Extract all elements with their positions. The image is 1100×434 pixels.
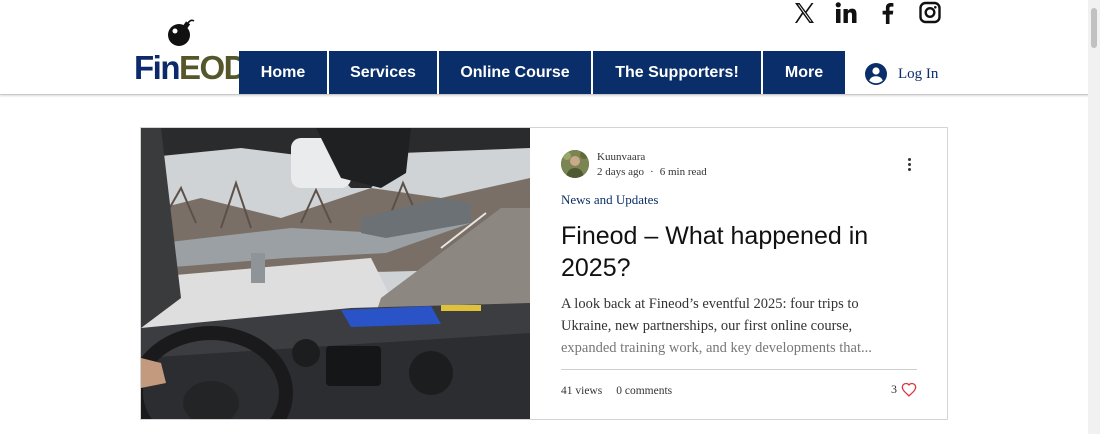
author-row: Kuunvaara 2 days ago · 6 min read — [561, 150, 917, 180]
comments-count[interactable]: 0 comments — [616, 385, 672, 397]
likes-count: 3 — [891, 382, 897, 396]
logo-fin: Fin — [134, 49, 180, 86]
author-avatar-image — [561, 150, 589, 178]
van-dashboard-road-photo — [141, 128, 530, 419]
post-category[interactable]: News and Updates — [561, 192, 658, 208]
meta-separator: · — [650, 166, 654, 178]
logo-eod: EOD — [178, 49, 248, 86]
page-scrollbar[interactable] — [1088, 0, 1100, 434]
blog-post-card[interactable]: Kuunvaara 2 days ago · 6 min read News and… — [140, 127, 948, 420]
excerpt-fade: expanded training work, and key developm… — [561, 340, 872, 356]
x-icon[interactable] — [790, 0, 818, 26]
nav-the-supporters[interactable]: The Supporters! — [593, 51, 761, 94]
bomb-icon — [168, 19, 195, 46]
heart-icon — [901, 382, 917, 397]
scrollbar-thumb[interactable] — [1091, 8, 1097, 48]
main-nav: Home Services Online Course The Supporte… — [239, 51, 845, 94]
post-title[interactable]: Fineod – What happened in 2025? — [561, 220, 901, 284]
nav-online-course[interactable]: Online Course — [439, 51, 591, 94]
card-divider — [561, 369, 917, 370]
author-name[interactable]: Kuunvaara — [597, 151, 645, 163]
post-excerpt: A look back at Fineod’s eventful 2025: f… — [561, 293, 901, 359]
login-label: Log In — [898, 65, 939, 82]
more-actions-icon[interactable] — [901, 154, 917, 174]
excerpt-text: A look back at Fineod’s eventful 2025: f… — [561, 296, 859, 334]
nav-home[interactable]: Home — [239, 51, 327, 94]
fineod-logo[interactable]: FinEOD — [134, 18, 248, 86]
post-stats: 41 views 0 comments — [561, 385, 672, 397]
author-avatar[interactable] — [561, 150, 589, 178]
post-content: Kuunvaara 2 days ago · 6 min read News and… — [561, 128, 917, 419]
instagram-icon[interactable] — [916, 0, 944, 26]
nav-more[interactable]: More — [763, 51, 845, 94]
nav-services[interactable]: Services — [329, 51, 437, 94]
read-time: 6 min read — [659, 166, 707, 178]
linkedin-icon[interactable] — [832, 0, 860, 26]
views-count: 41 views — [561, 385, 603, 397]
post-meta: 2 days ago · 6 min read — [597, 166, 707, 178]
logo-wordmark: FinEOD — [134, 49, 248, 86]
site-header: FinEOD Home Services Online Course The S… — [0, 0, 1100, 95]
social-links — [790, 0, 944, 26]
user-avatar-icon — [865, 63, 887, 85]
login-button[interactable]: Log In — [864, 62, 938, 86]
post-cover-image[interactable] — [141, 128, 530, 419]
post-date: 2 days ago — [597, 166, 645, 178]
like-button[interactable]: 3 — [891, 382, 917, 397]
facebook-icon[interactable] — [874, 0, 902, 26]
